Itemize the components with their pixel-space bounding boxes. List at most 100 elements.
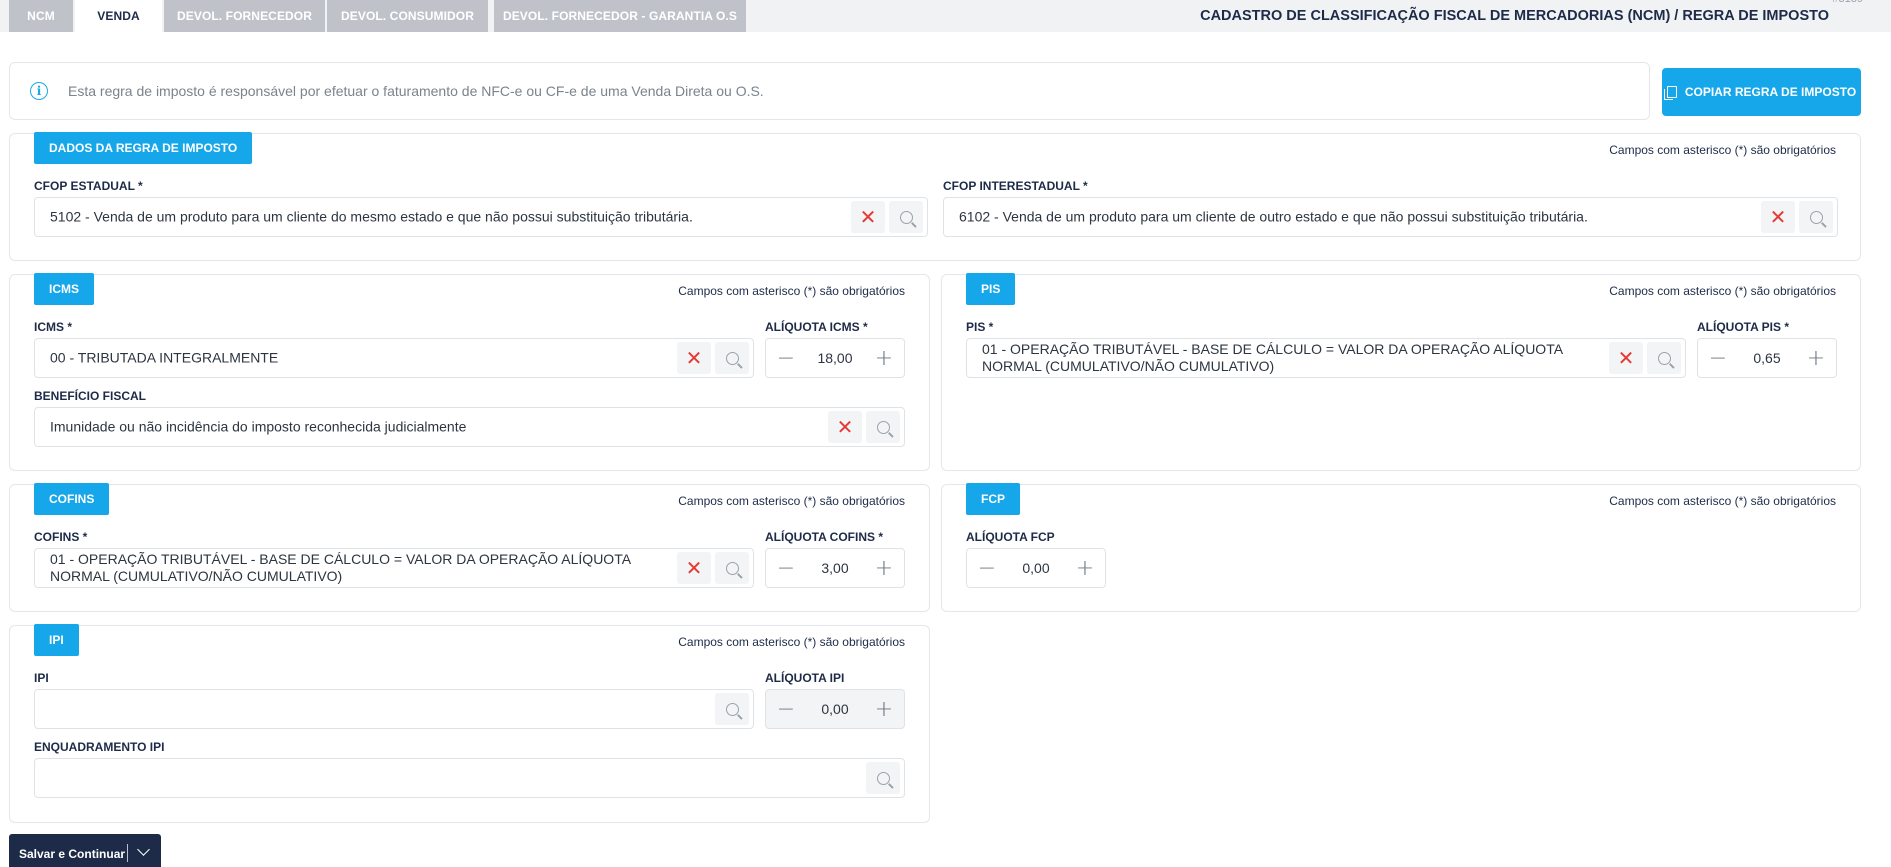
required-note: Campos com asterisco (*) são obrigatório… [1609,143,1836,157]
card-badge-ipi: IPI [34,624,79,656]
icms-value: 00 - TRIBUTADA INTEGRALMENTE [50,349,279,366]
cfop-interestadual-label: CFOP INTERESTADUAL * [943,179,1088,193]
pis-label: PIS * [966,320,994,334]
tab-devol-fornecedor-garantia[interactable]: DEVOL. FORNECEDOR - GARANTIA O.S [494,0,746,32]
beneficio-fiscal-value: Imunidade ou não incidência do imposto r… [50,418,467,435]
info-icon: i [30,82,48,100]
enquadramento-search-button[interactable] [866,762,900,794]
ipi-field[interactable] [34,689,754,729]
search-icon [1657,351,1671,365]
ipi-label: IPI [34,671,49,685]
cfop-interestadual-field[interactable]: 6102 - Venda de um produto para um clien… [943,197,1838,237]
cfop-interestadual-clear-button[interactable]: ✕ [1761,201,1795,233]
decrement-ipi-button[interactable]: − [766,690,806,728]
icms-field[interactable]: 00 - TRIBUTADA INTEGRALMENTE ✕ [34,338,754,378]
close-icon: ✕ [859,205,877,229]
aliquota-fcp-stepper[interactable]: − 0,00 + [966,548,1106,588]
cfop-estadual-value: 5102 - Venda de um produto para um clien… [50,208,693,225]
cfop-interestadual-value: 6102 - Venda de um produto para um clien… [959,208,1588,225]
beneficio-fiscal-field[interactable]: Imunidade ou não incidência do imposto r… [34,407,905,447]
icms-clear-button[interactable]: ✕ [677,342,711,374]
pis-clear-button[interactable]: ✕ [1609,342,1643,374]
card-badge-icms: ICMS [34,273,94,305]
increment-fcp-button[interactable]: + [1065,549,1105,587]
close-icon: ✕ [685,346,703,370]
card-badge-cofins: COFINS [34,483,110,515]
aliquota-cofins-stepper[interactable]: − 3,00 + [765,548,905,588]
card-fcp: FCP Campos com asterisco (*) são obrigat… [941,483,1861,612]
chevron-down-icon[interactable] [137,843,150,856]
tab-devol-consumidor[interactable]: DEVOL. CONSUMIDOR [327,0,488,32]
card-ipi: IPI Campos com asterisco (*) são obrigat… [9,624,930,823]
cfop-estadual-field[interactable]: 5102 - Venda de um produto para um clien… [34,197,928,237]
decrement-cofins-button[interactable]: − [766,549,806,587]
aliquota-pis-stepper[interactable]: − 0,65 + [1697,338,1837,378]
tab-venda[interactable]: VENDA [75,0,162,32]
cfop-estadual-label: CFOP ESTADUAL * [34,179,143,193]
aliquota-cofins-value[interactable]: 3,00 [806,560,864,576]
required-note: Campos com asterisco (*) são obrigatório… [1609,284,1836,298]
card-pis: PIS Campos com asterisco (*) são obrigat… [941,273,1861,471]
cofins-value: 01 - OPERAÇÃO TRIBUTÁVEL - BASE DE CÁLCU… [50,551,631,584]
search-icon [1809,210,1823,224]
icms-label: ICMS * [34,320,73,334]
tab-ncm[interactable]: NCM [9,0,73,32]
card-cofins: COFINS Campos com asterisco (*) são obri… [9,483,930,612]
decrement-fcp-button[interactable]: − [967,549,1007,587]
cofins-clear-button[interactable]: ✕ [677,552,711,584]
pis-search-button[interactable] [1647,342,1681,374]
close-icon: ✕ [1617,346,1635,370]
card-badge-dados: DADOS DA REGRA DE IMPOSTO [34,132,253,164]
search-icon [725,561,739,575]
search-icon [725,702,739,716]
required-note: Campos com asterisco (*) são obrigatório… [678,494,905,508]
tab-devol-fornecedor[interactable]: DEVOL. FORNECEDOR [164,0,325,32]
cofins-search-button[interactable] [715,552,749,584]
aliquota-cofins-label: ALÍQUOTA COFINS * [765,530,883,544]
card-dados-regra: DADOS DA REGRA DE IMPOSTO Campos com ast… [9,132,1861,261]
required-note: Campos com asterisco (*) são obrigatório… [1609,494,1836,508]
aliquota-pis-label: ALÍQUOTA PIS * [1697,320,1790,334]
cfop-estadual-search-button[interactable] [889,201,923,233]
aliquota-ipi-value[interactable]: 0,00 [806,701,864,717]
copy-rule-button[interactable]: COPIAR REGRA DE IMPOSTO [1662,68,1861,116]
beneficio-fiscal-label: BENEFÍCIO FISCAL [34,389,147,403]
required-note: Campos com asterisco (*) são obrigatório… [678,635,905,649]
save-continue-label: Salvar e Continuar [19,847,126,861]
increment-pis-button[interactable]: + [1796,339,1836,377]
card-icms: ICMS Campos com asterisco (*) são obriga… [9,273,930,471]
cfop-estadual-clear-button[interactable]: ✕ [851,201,885,233]
decrement-pis-button[interactable]: − [1698,339,1738,377]
beneficio-search-button[interactable] [866,411,900,443]
info-text: Esta regra de imposto é responsável por … [68,83,764,99]
aliquota-pis-value[interactable]: 0,65 [1738,350,1796,366]
required-note: Campos com asterisco (*) são obrigatório… [678,284,905,298]
search-icon [876,771,890,785]
pis-field[interactable]: 01 - OPERAÇÃO TRIBUTÁVEL - BASE DE CÁLCU… [966,338,1686,378]
aliquota-icms-label: ALÍQUOTA ICMS * [765,320,868,334]
icms-search-button[interactable] [715,342,749,374]
search-icon [876,420,890,434]
search-icon [725,351,739,365]
info-box: i Esta regra de imposto é responsável po… [9,62,1650,120]
increment-ipi-button[interactable]: + [864,690,904,728]
enquadramento-ipi-field[interactable] [34,758,905,798]
beneficio-clear-button[interactable]: ✕ [828,411,862,443]
decrement-icms-button[interactable]: − [766,339,806,377]
increment-cofins-button[interactable]: + [864,549,904,587]
ipi-search-button[interactable] [715,693,749,725]
aliquota-icms-value[interactable]: 18,00 [806,350,864,366]
save-continue-button[interactable]: Salvar e Continuar [9,834,161,867]
aliquota-ipi-stepper[interactable]: − 0,00 + [765,689,905,729]
cofins-field[interactable]: 01 - OPERAÇÃO TRIBUTÁVEL - BASE DE CÁLCU… [34,548,754,588]
tab-bar: NCM VENDA DEVOL. FORNECEDOR DEVOL. CONSU… [0,0,1891,32]
cfop-interestadual-search-button[interactable] [1799,201,1833,233]
card-badge-pis: PIS [966,273,1016,305]
aliquota-fcp-label: ALÍQUOTA FCP [966,530,1055,544]
increment-icms-button[interactable]: + [864,339,904,377]
aliquota-fcp-value[interactable]: 0,00 [1007,560,1065,576]
copy-icon [1663,86,1677,100]
aliquota-icms-stepper[interactable]: − 18,00 + [765,338,905,378]
aliquota-ipi-label: ALÍQUOTA IPI [765,671,845,685]
enquadramento-ipi-label: ENQUADRAMENTO IPI [34,740,165,754]
